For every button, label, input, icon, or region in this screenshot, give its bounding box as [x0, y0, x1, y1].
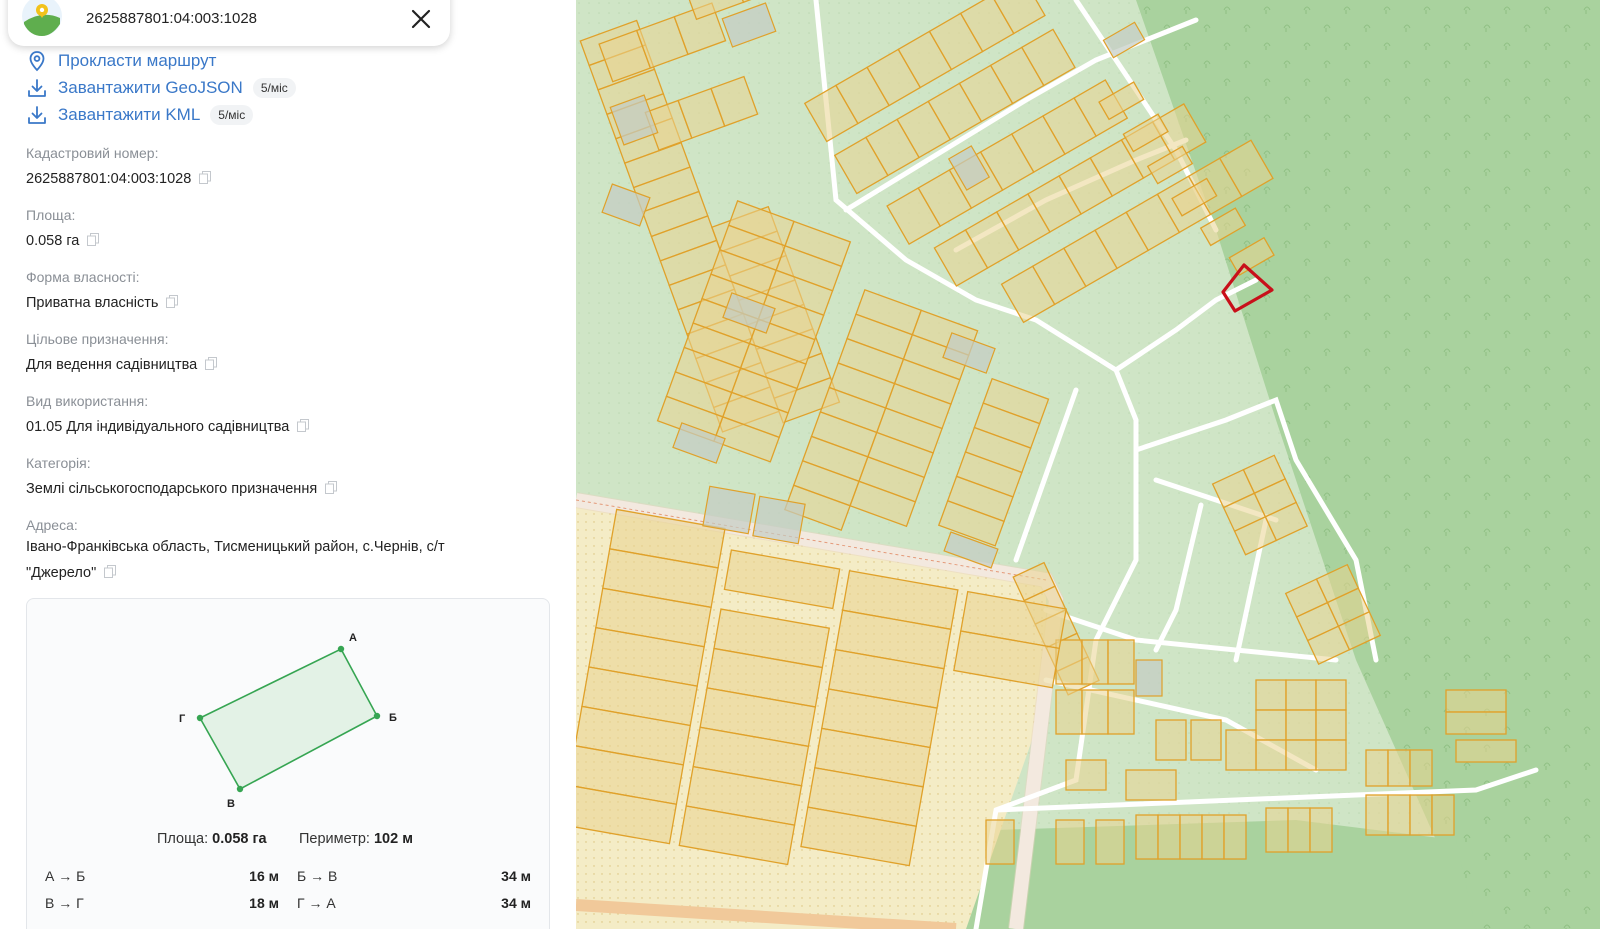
side-v-g-length: 18 м [249, 895, 279, 911]
category-value[interactable]: Землі сільськогосподарського призначення [26, 477, 338, 501]
address-label: Адреса: [26, 517, 78, 533]
vertex-label-b: Б [389, 712, 397, 724]
info-panel: 2625887801:04:003:1028 Прокласти маршрут… [0, 0, 576, 929]
usage-label: Вид використання: [26, 393, 149, 409]
parcel-shape-polygon [198, 647, 379, 791]
close-icon[interactable] [408, 6, 434, 32]
side-g-a-length: 34 м [501, 895, 531, 911]
download-geojson-label: Завантажити GeoJSON [58, 78, 243, 97]
parcel-shape-card: А Б В Г Площа: 0.058 га Периметр: 102 м … [26, 598, 550, 929]
shape-area: Площа: 0.058 га [157, 831, 267, 847]
vertex-g [196, 714, 204, 722]
location-pin-icon [29, 51, 45, 72]
copy-icon[interactable] [104, 565, 117, 578]
vertex-v [236, 785, 244, 793]
cadastral-map[interactable] [576, 0, 1600, 929]
side-b-v-length: 34 м [501, 868, 531, 884]
category-label: Категорія: [26, 455, 91, 471]
side-a-b: А → Б [45, 868, 86, 884]
copy-icon[interactable] [199, 171, 212, 184]
download-icon [28, 106, 46, 124]
vertex-label-a: А [349, 632, 357, 644]
purpose-label: Цільове призначення: [26, 331, 169, 347]
cadastral-number-label: Кадастровий номер: [26, 145, 159, 161]
side-v-g: В → Г [45, 895, 84, 911]
search-query[interactable]: 2625887801:04:003:1028 [86, 10, 257, 27]
search-card: 2625887801:04:003:1028 [8, 0, 450, 46]
map-canvas[interactable] [576, 0, 1600, 929]
download-kml-label: Завантажити KML [58, 105, 201, 124]
shape-perimeter: Периметр: 102 м [299, 831, 413, 847]
parcel-shape-diagram: А Б В Г [179, 632, 397, 810]
side-g-a: Г → А [297, 895, 336, 911]
copy-icon[interactable] [87, 233, 100, 246]
quota-badge: 5/міс [210, 105, 254, 125]
cadastral-number-value[interactable]: 2625887801:04:003:1028 [26, 167, 212, 191]
vertex-label-g: Г [179, 713, 186, 725]
vertex-b [373, 712, 381, 720]
quota-badge: 5/міс [252, 78, 296, 98]
address-value[interactable]: "Джерело" [26, 561, 117, 585]
copy-icon[interactable] [205, 357, 218, 370]
purpose-value[interactable]: Для ведення садівництва [26, 353, 218, 377]
vertex-a [337, 645, 345, 653]
area-label: Площа: [26, 207, 76, 223]
ownership-label: Форма власності: [26, 269, 140, 285]
route-link[interactable]: Прокласти маршрут [26, 49, 216, 73]
area-value[interactable]: 0.058 га [26, 229, 100, 253]
copy-icon[interactable] [166, 295, 179, 308]
side-b-v: Б → В [297, 868, 338, 884]
side-a-b-length: 16 м [249, 868, 279, 884]
download-geojson-link[interactable]: Завантажити GeoJSON 5/міс [26, 76, 296, 100]
copy-icon[interactable] [325, 481, 338, 494]
address-line1: Івано-Франківська область, Тисменицький … [26, 539, 445, 555]
app-logo-icon [22, 0, 62, 36]
download-kml-link[interactable]: Завантажити KML 5/міс [26, 103, 254, 127]
download-icon [28, 79, 46, 97]
usage-value[interactable]: 01.05 Для індивідуального садівництва [26, 415, 310, 439]
vertex-label-v: В [227, 798, 235, 810]
ownership-value[interactable]: Приватна власність [26, 291, 179, 315]
route-link-label: Прокласти маршрут [58, 51, 217, 70]
copy-icon[interactable] [297, 419, 310, 432]
